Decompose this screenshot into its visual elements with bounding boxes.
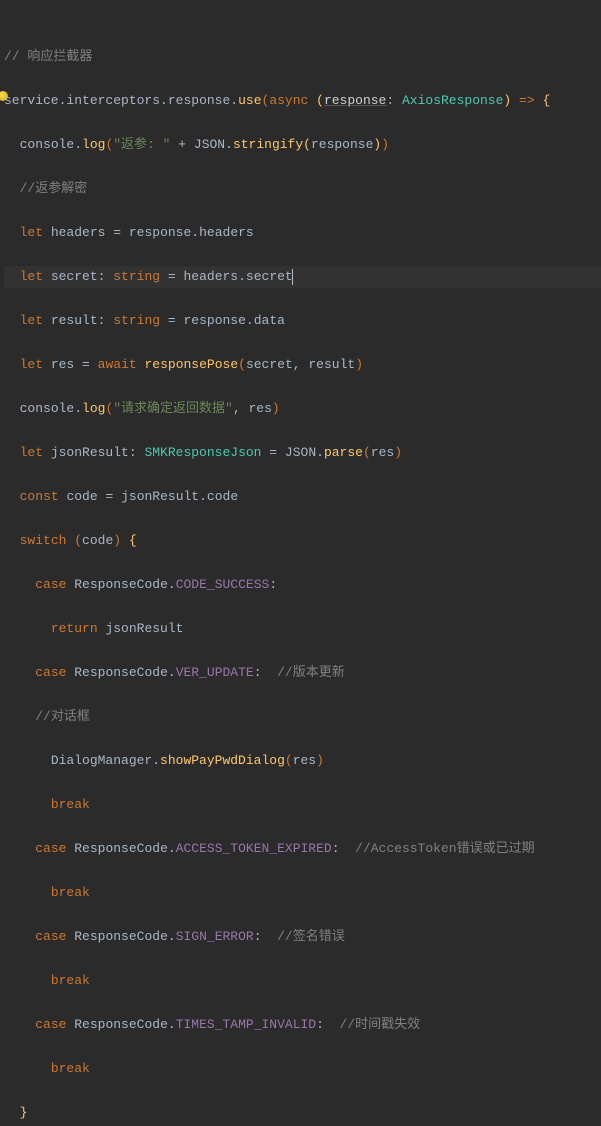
- code-line: const code = jsonResult.code: [4, 486, 601, 508]
- code-line: break: [4, 794, 601, 816]
- code-line: case ResponseCode.TIMES_TAMP_INVALID: //…: [4, 1014, 601, 1036]
- code-line: DialogManager.showPayPwdDialog(res): [4, 750, 601, 772]
- code-line: break: [4, 1058, 601, 1080]
- code-line: case ResponseCode.VER_UPDATE: //版本更新: [4, 662, 601, 684]
- code-line-active: let secret: string = headers.secret: [4, 266, 601, 288]
- text-caret: [292, 269, 293, 285]
- code-line: console.log("请求确定返回数据", res): [4, 398, 601, 420]
- code-line: //对话框: [4, 706, 601, 728]
- code-line: break: [4, 970, 601, 992]
- code-line: //返参解密: [4, 178, 601, 200]
- code-line: console.log("返参: " + JSON.stringify(resp…: [4, 134, 601, 156]
- code-line: service.interceptors.response.use(async …: [4, 90, 601, 112]
- code-line: return jsonResult: [4, 618, 601, 640]
- code-line: case ResponseCode.SIGN_ERROR: //签名错误: [4, 926, 601, 948]
- code-line: break: [4, 882, 601, 904]
- code-line: let jsonResult: SMKResponseJson = JSON.p…: [4, 442, 601, 464]
- code-editor[interactable]: // 响应拦截器 service.interceptors.response.u…: [0, 0, 601, 563]
- code-line: case ResponseCode.CODE_SUCCESS:: [4, 574, 601, 596]
- code-line: let headers = response.headers: [4, 222, 601, 244]
- code-line: }: [4, 1102, 601, 1124]
- code-line: let result: string = response.data: [4, 310, 601, 332]
- code-line: case ResponseCode.ACCESS_TOKEN_EXPIRED: …: [4, 838, 601, 860]
- code-line: let res = await responsePose(secret, res…: [4, 354, 601, 376]
- code-line: switch (code) {: [4, 530, 601, 552]
- code-line: // 响应拦截器: [4, 46, 601, 68]
